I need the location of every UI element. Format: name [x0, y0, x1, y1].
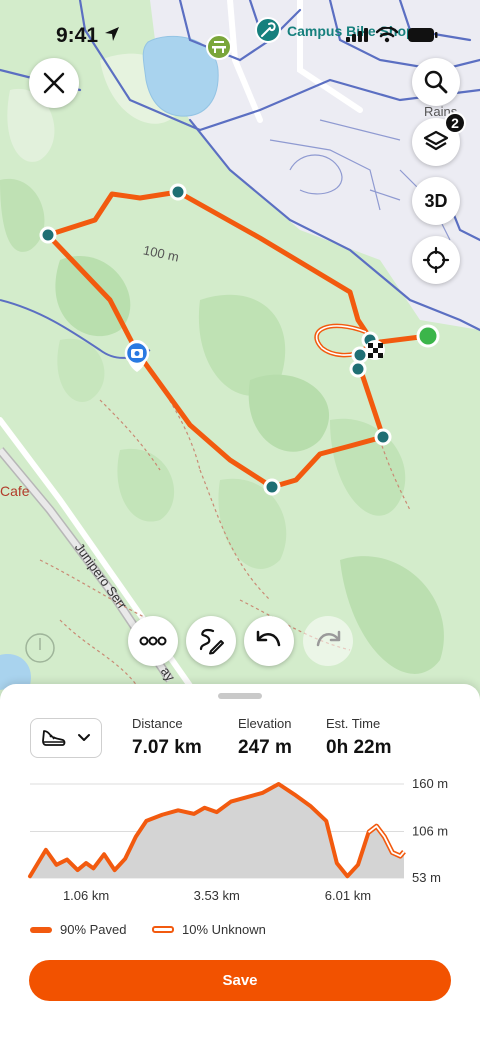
- route-details-sheet: Distance 7.07 km Elevation 247 m Est. Ti…: [0, 684, 480, 1040]
- distance-label: Distance: [132, 716, 183, 731]
- chevron-down-icon: [78, 734, 90, 741]
- layers-button[interactable]: 2: [412, 112, 466, 166]
- sport-type-select[interactable]: [30, 718, 102, 758]
- route-map[interactable]: Campus Bike Shop Rains Hou 100 m Cafe Ju…: [0, 0, 480, 700]
- close-icon: [43, 72, 65, 94]
- search-icon: [424, 70, 448, 94]
- sheet-handle[interactable]: [218, 693, 262, 699]
- save-button[interactable]: Save: [29, 960, 451, 1001]
- redo-icon: [316, 630, 341, 647]
- x-tick-label: 1.06 km: [63, 888, 109, 903]
- elevation-chart[interactable]: 160 m 106 m 53 m 1.06 km 3.53 km 6.01 km: [0, 774, 480, 904]
- map-canvas[interactable]: [0, 0, 480, 700]
- legend-paved: 90% Paved: [30, 922, 127, 937]
- elevation-value: 247 m: [238, 737, 292, 758]
- more-options-button[interactable]: [128, 616, 178, 666]
- distance-value: 7.07 km: [132, 737, 202, 758]
- x-tick-label: 3.53 km: [194, 888, 240, 903]
- legend-unknown: 10% Unknown: [152, 922, 266, 937]
- search-button[interactable]: [412, 58, 460, 106]
- battery-icon: [408, 28, 438, 42]
- paved-swatch: [30, 926, 52, 933]
- unknown-swatch: [152, 926, 174, 933]
- time-stat: Est. Time 0h 22m: [326, 716, 391, 759]
- unknown-label: 10% Unknown: [182, 922, 266, 937]
- time-label: Est. Time: [326, 716, 381, 731]
- wifi-icon: [376, 27, 398, 43]
- status-bar: 9:41: [0, 0, 480, 70]
- more-icon: [139, 636, 167, 646]
- elevation-stat: Elevation 247 m: [238, 716, 292, 759]
- time-value: 0h 22m: [326, 737, 392, 758]
- crosshair-icon: [422, 246, 450, 274]
- elevation-label: Elevation: [238, 716, 292, 731]
- 3d-label: 3D: [424, 190, 448, 211]
- running-shoe-icon: [42, 730, 66, 746]
- 3d-button[interactable]: 3D: [412, 177, 460, 225]
- layers-badge: 2: [444, 112, 466, 134]
- close-button[interactable]: [29, 58, 79, 108]
- route-start-marker[interactable]: [416, 324, 440, 348]
- draw-route-button[interactable]: [186, 616, 236, 666]
- undo-icon: [256, 630, 281, 647]
- layers-icon: [423, 130, 449, 151]
- x-tick-label: 6.01 km: [325, 888, 371, 903]
- cafe-label: Cafe: [0, 483, 30, 499]
- finish-flag-icon: [365, 340, 385, 360]
- paved-label: 90% Paved: [60, 922, 127, 937]
- signal-icon: [346, 28, 368, 42]
- y-tick-label: 53 m: [412, 870, 441, 885]
- status-time: 9:41: [56, 24, 99, 47]
- draw-route-icon: [199, 628, 224, 655]
- locate-button[interactable]: [412, 236, 460, 284]
- y-tick-label: 160 m: [412, 776, 448, 791]
- location-arrow-icon: [105, 27, 119, 41]
- y-tick-label: 106 m: [412, 823, 448, 838]
- undo-button[interactable]: [244, 616, 294, 666]
- redo-button[interactable]: [303, 616, 353, 666]
- distance-stat: Distance 7.07 km: [132, 716, 202, 759]
